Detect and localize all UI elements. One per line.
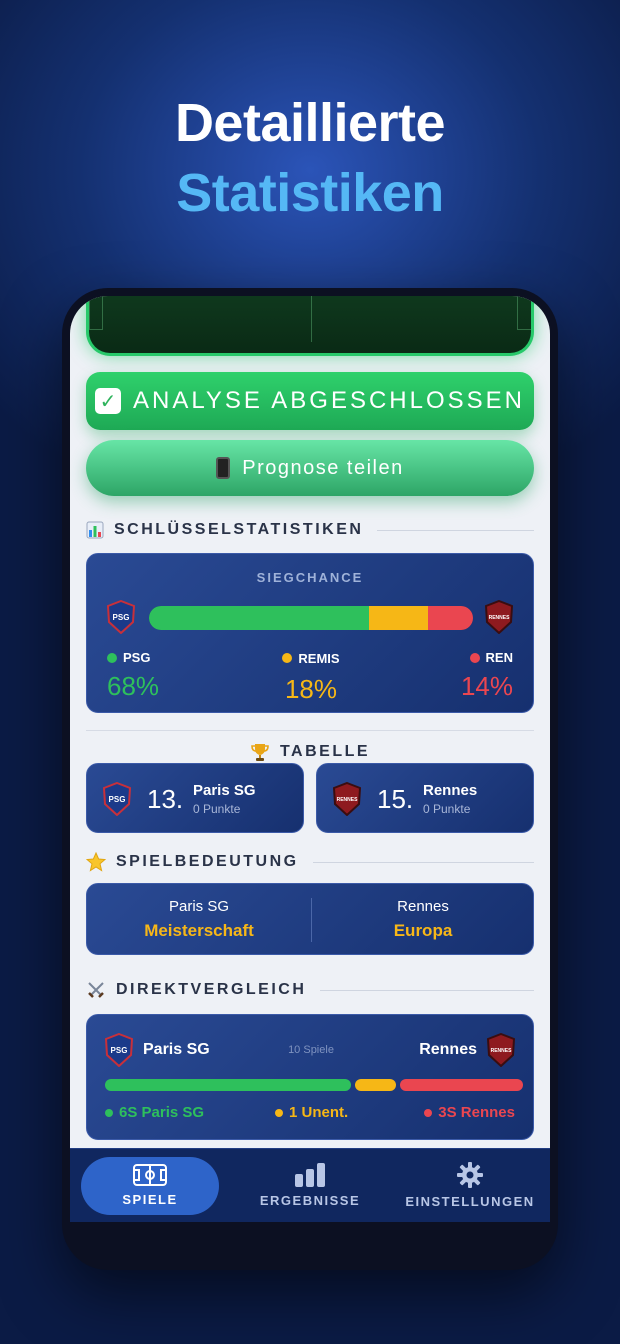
svg-text:RENNES: RENNES xyxy=(337,797,359,803)
win-chance-bar xyxy=(149,606,473,630)
section-title: SPIELBEDEUTUNG xyxy=(116,853,299,870)
section-title: SCHLÜSSELSTATISTIKEN xyxy=(114,521,364,538)
importance-card: Paris SG Meisterschaft Rennes Europa xyxy=(86,883,534,955)
nav-tab-games-label: SPIELE xyxy=(122,1192,178,1207)
home-points: 0 Punkte xyxy=(193,802,241,816)
home-rank: 13. xyxy=(147,784,184,814)
away-label: REN xyxy=(485,650,513,665)
pitch-icon xyxy=(133,1164,167,1186)
gear-icon xyxy=(457,1162,483,1188)
svg-text:PSG: PSG xyxy=(113,613,130,622)
h2h-home-wins: 6S Paris SG xyxy=(105,1104,204,1121)
star-icon xyxy=(86,852,106,872)
nav-tab-games[interactable]: SPIELE xyxy=(81,1156,219,1215)
win-chance-label: SIEGCHANCE xyxy=(256,570,364,585)
phone-icon xyxy=(216,457,231,479)
importance-away-goal: Europa xyxy=(393,921,453,940)
h2h-home-segment xyxy=(105,1079,351,1091)
section-importance: SPIELBEDEUTUNG xyxy=(86,850,534,874)
away-team-name: Rennes xyxy=(423,782,478,799)
nav-tab-settings[interactable]: EINSTELLUNGEN xyxy=(401,1157,539,1215)
rennes-crest-icon: RENNES xyxy=(487,1033,515,1067)
h2h-away-segment xyxy=(400,1079,523,1091)
legend-dot-draw xyxy=(282,653,293,663)
h2h-bar xyxy=(105,1079,523,1091)
divider xyxy=(312,861,534,863)
importance-away-team: Rennes xyxy=(397,898,449,915)
psg-crest-icon: PSG xyxy=(103,782,131,816)
svg-text:RENNES: RENNES xyxy=(489,615,511,621)
rennes-crest-icon: RENNES xyxy=(333,782,361,816)
hero-line-1: Detaillierte xyxy=(174,93,446,153)
section-h2h: DIREKTVERGLEICH xyxy=(86,978,534,1002)
hero-title: Detaillierte Statistiken xyxy=(0,88,620,228)
bar-chart-icon xyxy=(295,1163,325,1187)
legend-dot-home xyxy=(105,1108,113,1117)
win-chance-card: SIEGCHANCE PSG RENNES PSG 68% REMIS 18% … xyxy=(86,553,534,713)
away-win-value: 14% xyxy=(460,671,513,701)
importance-home-team: Paris SG xyxy=(168,898,229,915)
draw-label: REMIS xyxy=(298,650,340,666)
h2h-away-team: Rennes xyxy=(419,1041,477,1058)
importance-home-goal: Meisterschaft xyxy=(144,921,254,940)
svg-text:RENNES: RENNES xyxy=(491,1048,513,1054)
h2h-draws-label: 1 Unent. xyxy=(289,1104,349,1121)
section-title: DIREKTVERGLEICH xyxy=(116,981,307,998)
share-prediction-button[interactable]: Prognose teilen xyxy=(86,440,534,496)
section-key-stats: SCHLÜSSELSTATISTIKEN xyxy=(86,518,534,542)
h2h-home-wins-label: 6S Paris SG xyxy=(119,1104,205,1121)
divider xyxy=(377,529,534,531)
h2h-card: PSG Paris SG 10 Spiele Rennes RENNES 6S … xyxy=(86,1014,534,1140)
section-title: TABELLE xyxy=(279,742,371,760)
legend-dot-away xyxy=(469,652,480,663)
away-rank: 15. xyxy=(377,784,414,814)
crossed-swords-icon xyxy=(86,980,106,1000)
section-table: TABELLE xyxy=(86,730,534,764)
table-card-away: RENNES 15. Rennes 0 Punkte xyxy=(316,763,534,833)
nav-tab-results[interactable]: ERGEBNISSE xyxy=(241,1157,379,1215)
away-points: 0 Punkte xyxy=(423,802,471,816)
pitch-box-left xyxy=(89,296,103,330)
h2h-draws: 1 Unent. xyxy=(275,1104,348,1121)
win-chance-away-segment xyxy=(427,606,473,630)
share-prediction-label: Prognose teilen xyxy=(242,456,404,479)
win-chance-home-segment xyxy=(149,606,370,630)
nav-tab-results-label: ERGEBNISSE xyxy=(259,1193,361,1208)
bar-chart-icon xyxy=(86,521,104,539)
app-screen: ✓ ANALYSE ABGESCHLOSSEN Prognose teilen … xyxy=(70,296,550,1222)
checkmark-icon: ✓ xyxy=(94,388,121,414)
divider xyxy=(320,989,534,991)
win-chance-away: REN 14% xyxy=(461,650,513,702)
h2h-away-wins: 3S Rennes xyxy=(424,1104,515,1121)
pitch-preview xyxy=(86,296,534,356)
hero-line-2: Statistiken xyxy=(176,163,444,223)
trophy-icon xyxy=(250,742,270,762)
pitch-center-line xyxy=(311,296,312,342)
legend-dot-draw xyxy=(275,1108,283,1117)
importance-home: Paris SG Meisterschaft xyxy=(87,898,311,941)
bottom-nav: SPIELE ERGEBNISSE EINSTELLUNGEN xyxy=(70,1148,550,1222)
h2h-draw-segment xyxy=(355,1079,396,1091)
svg-text:PSG: PSG xyxy=(109,795,126,804)
pitch-box-right xyxy=(517,296,531,330)
win-chance-draw-segment xyxy=(369,606,428,630)
importance-away: Rennes Europa xyxy=(311,898,535,941)
psg-crest-icon: PSG xyxy=(107,600,135,634)
analysis-complete-label: ANALYSE ABGESCHLOSSEN xyxy=(132,387,525,414)
nav-tab-settings-label: EINSTELLUNGEN xyxy=(405,1194,535,1209)
home-team-name: Paris SG xyxy=(193,782,256,799)
h2h-away-wins-label: 3S Rennes xyxy=(438,1104,515,1121)
analysis-complete-button[interactable]: ✓ ANALYSE ABGESCHLOSSEN xyxy=(86,372,534,430)
table-card-home: PSG 13. Paris SG 0 Punkte xyxy=(86,763,304,833)
legend-dot-away xyxy=(424,1108,433,1117)
rennes-crest-icon: RENNES xyxy=(485,600,513,634)
